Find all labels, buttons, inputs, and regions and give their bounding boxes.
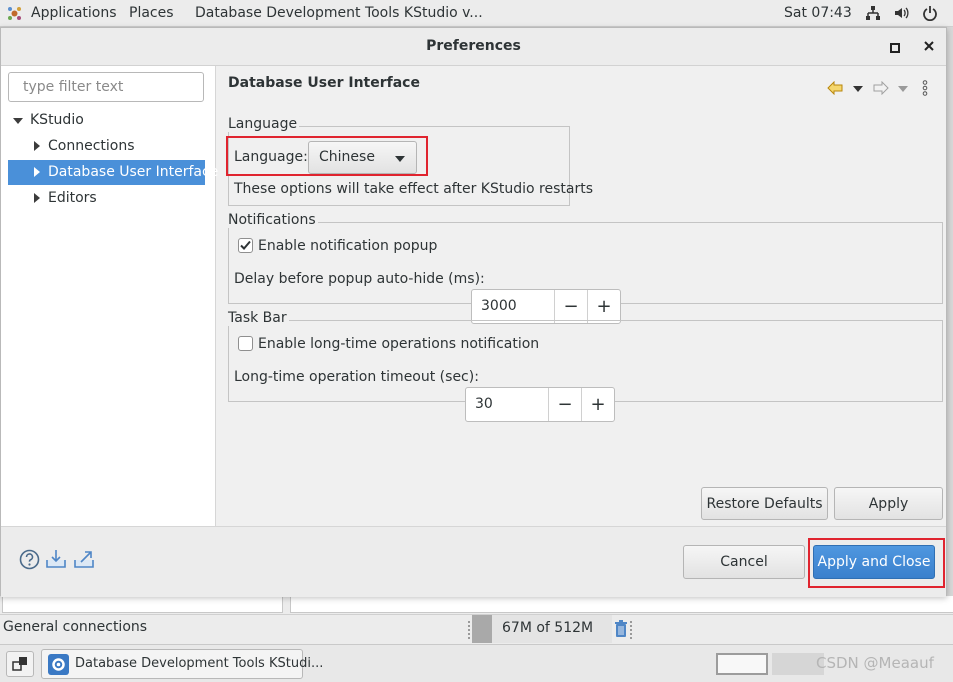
watermark: CSDN @Meaauf xyxy=(816,654,934,672)
chevron-right-icon[interactable] xyxy=(34,193,40,203)
timeout-label: Long-time operation timeout (sec): xyxy=(234,369,479,385)
checkmark-icon xyxy=(240,240,251,250)
delay-spinner[interactable]: 3000 − + xyxy=(471,289,621,324)
network-icon[interactable] xyxy=(865,5,881,25)
preference-page: Database User Interface Language Languag… xyxy=(216,66,946,526)
tree-item-database-user-interface[interactable]: Database User Interface xyxy=(8,160,218,185)
tree-item-label: Editors xyxy=(48,190,97,206)
long-operations-checkbox[interactable] xyxy=(238,336,253,351)
show-desktop-icon xyxy=(12,657,27,671)
tree-item-editors[interactable]: Editors xyxy=(8,186,205,211)
long-operations-label: Enable long-time operations notification xyxy=(258,336,540,352)
tree-item-label: Database User Interface xyxy=(48,164,219,180)
status-text: General connections xyxy=(3,619,148,635)
more-options-icon[interactable] xyxy=(922,80,928,100)
back-dropdown-icon[interactable] xyxy=(853,86,863,92)
dialog-titlebar[interactable]: Preferences xyxy=(1,28,946,66)
cancel-button[interactable]: Cancel xyxy=(683,545,805,579)
notification-popup-label: Enable notification popup xyxy=(258,238,438,254)
decrement-button[interactable]: − xyxy=(554,290,587,323)
garbage-collect-icon[interactable] xyxy=(614,620,628,642)
memory-indicator[interactable]: 67M of 512M xyxy=(472,615,612,643)
background-panel-left xyxy=(2,596,283,613)
import-icon[interactable] xyxy=(45,549,67,573)
clock[interactable]: Sat 07:43 xyxy=(784,0,852,26)
background-window xyxy=(0,596,953,614)
apply-button[interactable]: Apply xyxy=(834,487,943,520)
status-separator-2 xyxy=(630,621,634,639)
top-panel: Applications Places Database Development… xyxy=(0,0,953,27)
chevron-right-icon[interactable] xyxy=(34,167,40,177)
forward-dropdown-icon[interactable] xyxy=(898,86,908,92)
taskbar-window-button[interactable]: Database Development Tools KStudi... xyxy=(41,649,323,679)
tree-item-connections[interactable]: Connections xyxy=(8,134,205,159)
highlight-box-language xyxy=(226,136,428,176)
kstudio-app-icon xyxy=(48,654,69,675)
decrement-button[interactable]: − xyxy=(548,388,581,421)
language-group-legend: Language xyxy=(228,116,300,132)
tree-item-label: KStudio xyxy=(30,112,84,128)
applications-icon[interactable] xyxy=(7,6,22,21)
page-title: Database User Interface xyxy=(228,75,420,91)
memory-used-bar xyxy=(472,615,492,643)
places-menu[interactable]: Places xyxy=(129,0,174,26)
tree-item-kstudio[interactable]: KStudio xyxy=(8,108,205,133)
notification-popup-checkbox[interactable] xyxy=(238,238,253,253)
background-panel-right xyxy=(290,596,953,613)
close-button[interactable] xyxy=(923,40,935,52)
back-arrow-icon[interactable] xyxy=(827,80,843,99)
active-window-menu[interactable]: Database Development Tools KStudio v... xyxy=(195,0,483,26)
workspace-1[interactable] xyxy=(716,653,768,675)
volume-icon[interactable] xyxy=(893,5,909,25)
applications-menu[interactable]: Applications xyxy=(31,0,117,26)
delay-value[interactable]: 3000 xyxy=(472,290,554,323)
restore-defaults-button[interactable]: Restore Defaults xyxy=(701,487,828,520)
status-bar: General connections 67M of 512M xyxy=(0,614,953,644)
timeout-value[interactable]: 30 xyxy=(466,388,548,421)
timeout-spinner[interactable]: 30 − + xyxy=(465,387,615,422)
maximize-icon xyxy=(890,43,900,53)
dialog-title: Preferences xyxy=(426,38,521,54)
chevron-right-icon[interactable] xyxy=(34,141,40,151)
taskbar-window-label: Database Development Tools KStudi... xyxy=(75,656,324,671)
increment-button[interactable]: + xyxy=(581,388,614,421)
preferences-tree-pane: KStudio Connections Database User Interf… xyxy=(1,66,218,526)
memory-label: 67M of 512M xyxy=(502,620,594,636)
language-note: These options will take effect after KSt… xyxy=(234,181,593,197)
filter-input[interactable] xyxy=(8,72,204,102)
forward-arrow-icon[interactable] xyxy=(873,80,889,99)
close-icon xyxy=(924,41,934,51)
show-desktop-button[interactable] xyxy=(6,651,34,677)
tree-item-label: Connections xyxy=(48,138,135,154)
delay-label: Delay before popup auto-hide (ms): xyxy=(234,271,485,287)
power-icon[interactable] xyxy=(922,5,938,25)
maximize-button[interactable] xyxy=(890,41,900,53)
help-icon[interactable] xyxy=(19,549,40,574)
chevron-down-icon[interactable] xyxy=(13,118,23,124)
dialog-button-bar: Cancel Apply and Close xyxy=(1,526,946,597)
taskbar: Database Development Tools KStudi... CSD… xyxy=(0,644,953,682)
export-icon[interactable] xyxy=(73,549,95,573)
notifications-group-legend: Notifications xyxy=(228,212,318,228)
preferences-dialog: Preferences KStudio Connections Database… xyxy=(0,27,947,597)
increment-button[interactable]: + xyxy=(587,290,620,323)
taskbar-group-legend: Task Bar xyxy=(228,310,289,326)
highlight-box-apply-close xyxy=(808,538,945,588)
